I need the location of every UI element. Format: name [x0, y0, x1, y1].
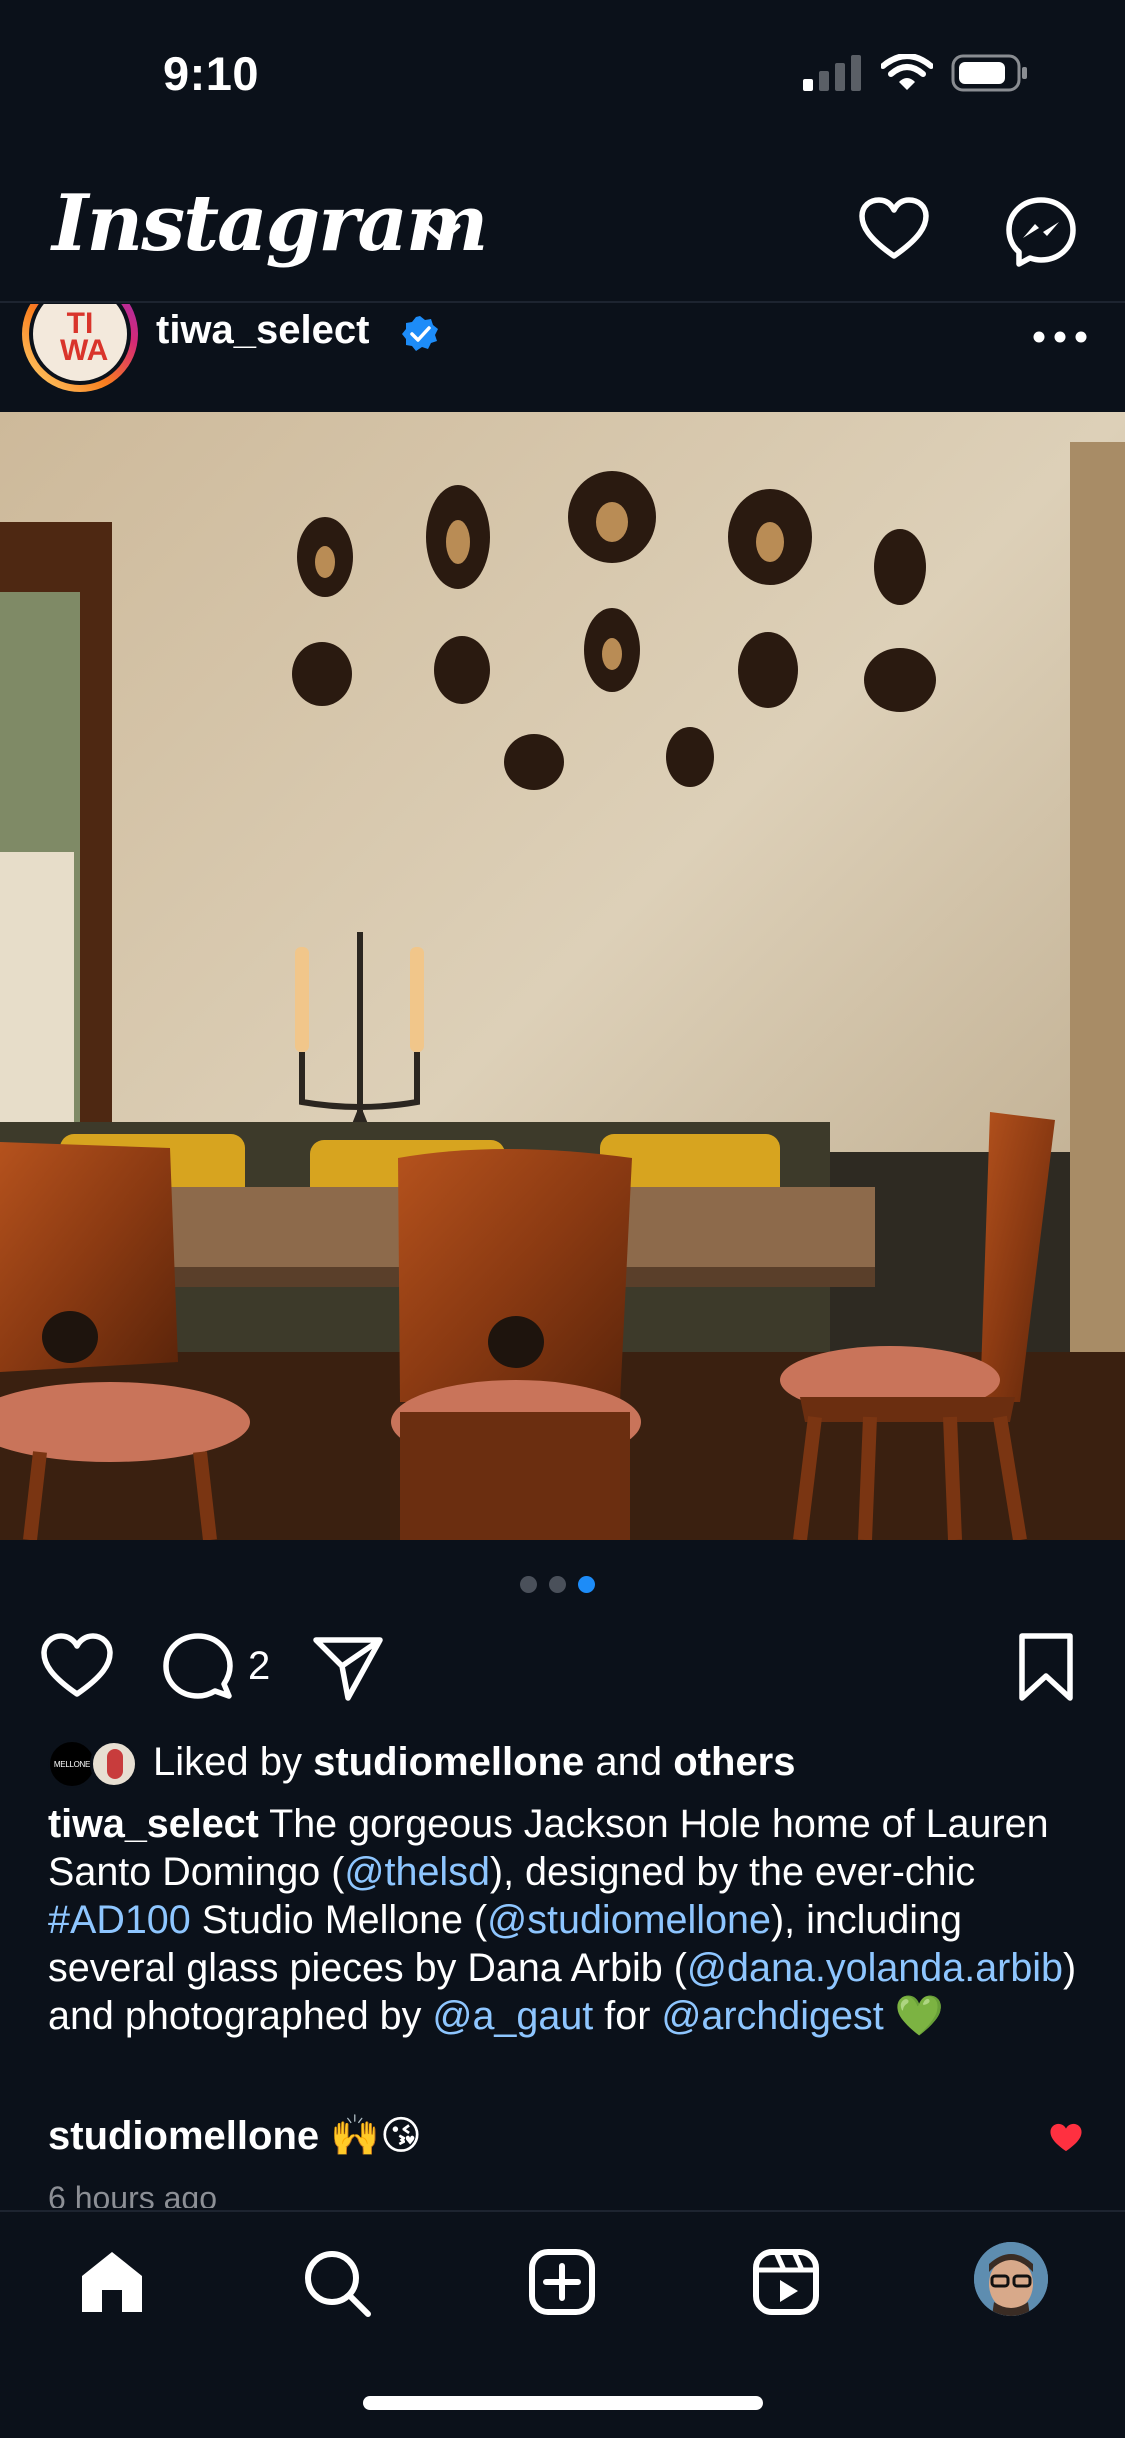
- verified-badge-icon: [402, 316, 438, 351]
- liker-avatar-text: MELLONE: [53, 1759, 91, 1769]
- carousel-indicator: [520, 1576, 595, 1593]
- save-icon[interactable]: [1014, 1632, 1078, 1704]
- battery-icon: [951, 54, 1027, 92]
- avatar-text-top: TI: [66, 307, 94, 340]
- liked-by-joiner: and: [595, 1740, 663, 1784]
- comment-like-icon[interactable]: [1048, 2122, 1084, 2154]
- caption-username[interactable]: tiwa_select: [48, 1802, 259, 1846]
- status-icons: [803, 54, 1029, 92]
- more-options-icon[interactable]: [1032, 330, 1088, 344]
- carousel-dot: [549, 1576, 566, 1593]
- post-caption: tiwa_select The gorgeous Jackson Hole ho…: [48, 1800, 1088, 2040]
- liker-avatar-2-emblem: [107, 1749, 123, 1779]
- comment-count[interactable]: 2: [248, 1644, 270, 1689]
- search-icon[interactable]: [302, 2248, 372, 2318]
- post-timestamp: 6 hours ago: [48, 2180, 218, 2208]
- carousel-dot: [520, 1576, 537, 1593]
- caption-text: ), designed by the ever-chic: [489, 1850, 976, 1894]
- post-image[interactable]: [0, 412, 1125, 1540]
- reels-icon[interactable]: [752, 2248, 820, 2316]
- signal-icon: [803, 55, 861, 91]
- post-author-avatar[interactable]: TI WA: [20, 288, 140, 398]
- avatar-text-bottom: WA: [60, 334, 109, 367]
- avatar-monogram: TI WA: [60, 307, 109, 367]
- caption-text: for: [593, 1994, 662, 2038]
- liked-by-line[interactable]: Liked by studiomellone and others: [153, 1740, 796, 1785]
- caption-mention[interactable]: @a_gaut: [432, 1994, 593, 2038]
- caption-text: 💚: [883, 1994, 944, 2038]
- comment-icon[interactable]: [162, 1632, 234, 1704]
- carousel-dot-active: [578, 1576, 595, 1593]
- caption-hashtag[interactable]: #AD100: [48, 1898, 191, 1942]
- status-time: 9:10: [163, 47, 260, 100]
- messenger-icon[interactable]: [1005, 196, 1077, 268]
- home-indicator[interactable]: [363, 2396, 763, 2410]
- create-icon[interactable]: [528, 2248, 596, 2316]
- caption-text: Studio Mellone (: [190, 1898, 488, 1942]
- liked-by-prefix: Liked by: [153, 1740, 302, 1784]
- like-icon[interactable]: [40, 1632, 114, 1700]
- top-comment[interactable]: studiomellone 🙌😘: [48, 2112, 422, 2159]
- comment-text: 🙌😘: [330, 2114, 422, 2158]
- caption-mention[interactable]: @studiomellone: [487, 1898, 771, 1942]
- caption-mention[interactable]: @dana.yolanda.arbib: [687, 1946, 1063, 1990]
- liker-avatar-2[interactable]: [90, 1740, 138, 1788]
- heart-icon[interactable]: [858, 196, 930, 262]
- comment-username[interactable]: studiomellone: [48, 2114, 319, 2158]
- post-username[interactable]: tiwa_select: [156, 308, 369, 353]
- header-divider: [0, 301, 1125, 303]
- liker-avatar[interactable]: MELLONE: [48, 1740, 96, 1788]
- chevron-down-icon[interactable]: [420, 218, 464, 248]
- profile-avatar-image: [974, 2242, 1048, 2316]
- wifi-icon: [881, 54, 933, 90]
- liked-by-others[interactable]: others: [673, 1740, 795, 1784]
- home-icon[interactable]: [78, 2248, 146, 2316]
- caption-mention[interactable]: @thelsd: [344, 1850, 490, 1894]
- profile-avatar[interactable]: [974, 2242, 1048, 2316]
- liked-by-user[interactable]: studiomellone: [313, 1740, 584, 1784]
- caption-mention[interactable]: @archdigest: [661, 1994, 883, 2038]
- share-icon[interactable]: [312, 1632, 384, 1704]
